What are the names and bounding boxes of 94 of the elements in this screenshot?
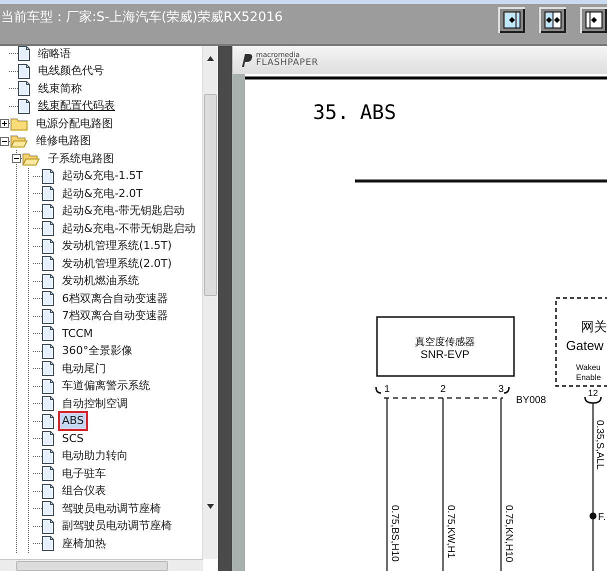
tree-item[interactable]: 副驾驶员电动调节座椅 [58,516,176,536]
section-title: ABS [360,100,396,124]
splice-label: F. [598,512,606,523]
tree-item[interactable]: 发动机管理系统(1.5T) [58,236,176,256]
document-icon [42,378,54,394]
document-icon [42,361,54,376]
document-icon [42,518,54,534]
folder-icon [10,116,28,131]
panel-icon [544,11,562,29]
component-label: 真空度传感器 [415,337,475,348]
tree-item[interactable]: 电动尾门 [58,358,110,379]
tree-item[interactable]: 起动&充电-2.0T [58,184,147,204]
document-icon [42,431,54,446]
tree-item[interactable]: 起动&充电-1.5T [58,166,147,186]
tree-item[interactable]: 座椅加热 [58,534,110,554]
document-icon [42,326,54,342]
module-label: 网关 [581,319,607,334]
tree-item[interactable]: 驾驶员电动调节座椅 [58,498,165,519]
collapse-toggle[interactable] [12,154,21,164]
tree-item[interactable]: 6档双离合自动变速器 [58,288,172,309]
tree-item[interactable]: 子系统电路图 [44,148,118,169]
document-icon [42,168,54,184]
tree-item[interactable]: SCS [58,428,88,449]
expand-toggle[interactable] [0,119,9,128]
tree-item[interactable]: 电源分配电路图 [32,114,117,134]
pin-number: 2 [440,384,446,395]
section-number: 35. [313,100,350,124]
tree-item[interactable]: ABS [58,411,88,432]
tree-item[interactable]: 维修电路图 [32,131,95,152]
tree-item[interactable]: 7档双离合自动变速器 [58,306,172,326]
connector-code: BY008 [516,395,546,406]
tree-item[interactable]: 车道偏离警示系统 [58,376,154,396]
document-icon [42,256,54,272]
document-icon [42,204,54,219]
document-icon [42,484,54,499]
module-note: Enable [576,373,601,382]
vertical-scrollbar[interactable] [202,46,218,559]
panel-icon [584,11,602,29]
document-icon [42,396,54,412]
view-button[interactable] [539,7,566,33]
document-icon [18,81,30,96]
document-icon [42,536,54,552]
tree-item[interactable]: 电动助力转向 [58,446,132,466]
wire-label: 0.35,S,ALL [594,420,605,470]
component-code: SNR-EVP [420,349,470,361]
horizontal-scrollbar[interactable] [0,559,203,571]
view-button[interactable] [498,7,525,33]
tree-item[interactable]: 起动&充电-不带无钥匙启动 [58,218,200,239]
open-folder-icon [10,134,28,148]
wire-label: 0.75,KW,H1 [445,505,456,558]
document-icon [42,221,54,236]
tree-item[interactable]: 发动机燃油系统 [58,271,143,292]
pin-number: 1 [384,384,390,395]
down-arrow-icon[interactable] [207,504,214,509]
document-icon [42,238,54,254]
document-icon [42,448,54,464]
logo-text: FLASHPAPER [256,59,318,68]
document-icon [42,414,54,429]
tree-item[interactable]: 电线颜色代号 [34,61,108,82]
document-icon [18,46,30,62]
collapse-toggle[interactable] [0,136,9,146]
window-title: 当前车型：厂家:S-上海汽车(荣威)荣威RX52016 [0,9,284,26]
tree-item[interactable]: 线束配置代码表 [34,96,119,116]
module-label: Gatew [566,338,604,353]
document-icon [42,186,54,202]
open-folder-icon [22,152,40,166]
pin-number: 3 [498,384,504,395]
module-note: Wakeu [576,363,601,372]
document-icon [18,98,30,114]
document-icon [42,274,54,289]
wire-label: 0.75,BS,H10 [389,505,400,562]
wire-label: 0.75,KN,H10 [503,505,514,562]
tree-item[interactable]: 自动控制空调 [58,394,132,414]
pin-bracket [584,396,602,404]
tree-item[interactable]: 缩略语 [34,46,75,64]
tree-item[interactable]: 发动机管理系统(2.0T) [58,254,176,274]
splice-dot [590,512,596,520]
document-icon [42,501,54,516]
tree-item[interactable]: 组合仪表 [58,481,110,502]
document-icon [42,466,54,482]
tree-item[interactable]: 360°全景影像 [58,341,136,362]
logo-icon [239,52,253,68]
document-icon [42,291,54,306]
panel-icon [502,11,520,29]
tree-item[interactable]: TCCM [58,324,97,344]
document-icon [42,344,54,359]
document-icon [18,64,30,79]
tree-item[interactable]: 电子驻车 [58,464,110,484]
tree-item[interactable]: 线束简称 [34,78,86,99]
view-button[interactable] [580,7,607,33]
pin-number: 12 [588,388,598,398]
tree-item[interactable]: 起动&充电-带无钥匙启动 [58,201,189,222]
up-arrow-icon[interactable] [207,56,214,61]
document-icon [42,308,54,324]
